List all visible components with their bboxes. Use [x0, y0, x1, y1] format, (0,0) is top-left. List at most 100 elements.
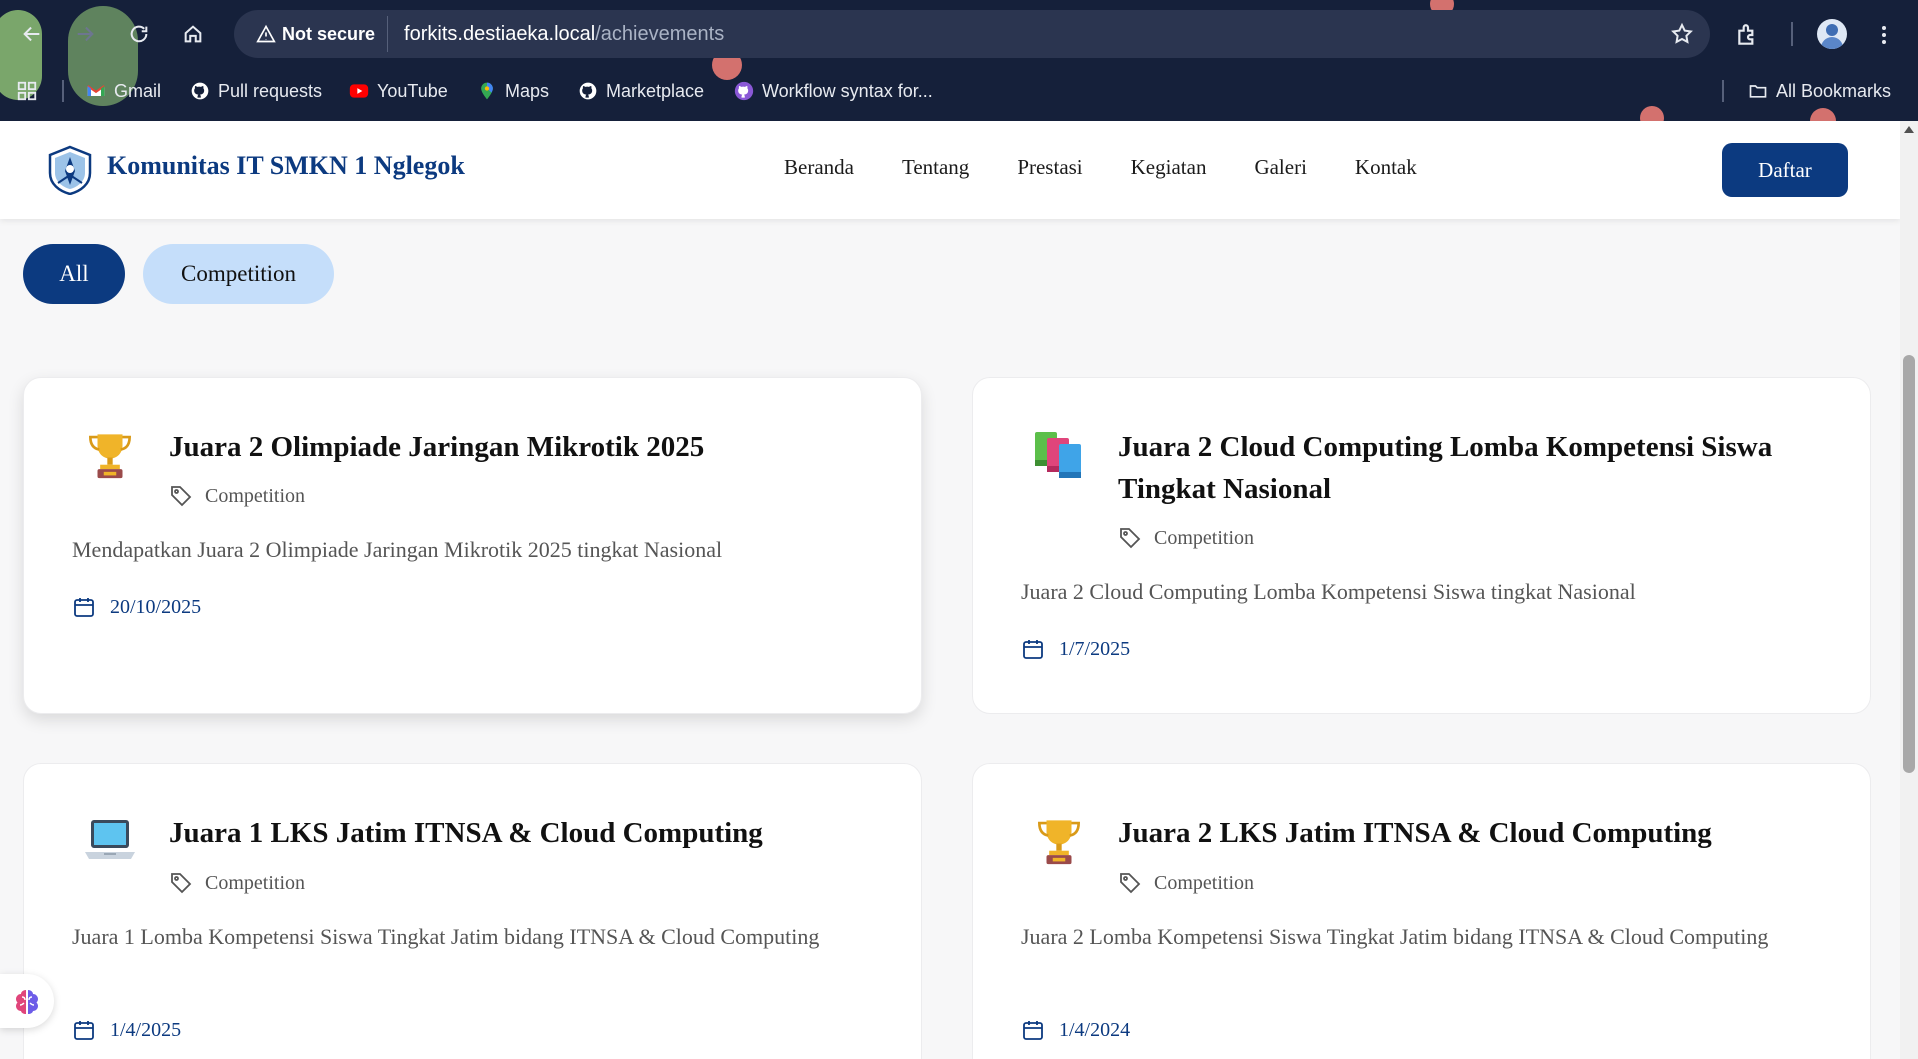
bookmark-maps[interactable]: Maps	[477, 76, 549, 106]
tag-icon	[171, 486, 192, 507]
more-menu-icon[interactable]	[1872, 22, 1896, 48]
nav-galeri[interactable]: Galeri	[1254, 155, 1306, 180]
warning-icon	[256, 24, 276, 43]
folder-icon	[1748, 81, 1768, 101]
security-label: Not secure	[282, 23, 376, 44]
achievement-card[interactable]: Juara 2 Cloud Computing Lomba Kompetensi…	[972, 377, 1871, 714]
achievement-card[interactable]: Juara 2 LKS Jatim ITNSA & Cloud Computin…	[972, 763, 1871, 1059]
nav-tentang[interactable]: Tentang	[902, 155, 969, 180]
main-nav: Beranda Tentang Prestasi Kegiatan Galeri…	[784, 155, 1417, 180]
tag-icon	[171, 873, 192, 894]
achievement-category: Competition	[1118, 526, 1254, 550]
security-indicator[interactable]: Not secure	[248, 16, 389, 52]
category-label: Competition	[1154, 871, 1254, 894]
date-label: 1/4/2024	[1059, 1018, 1131, 1041]
gmail-icon	[86, 81, 106, 101]
filter-competition[interactable]: Competition	[143, 244, 334, 304]
youtube-icon	[349, 81, 369, 101]
achievement-title: Juara 1 LKS Jatim ITNSA & Cloud Computin…	[169, 817, 763, 849]
nav-kontak[interactable]: Kontak	[1355, 155, 1417, 180]
toolbar-divider	[1791, 22, 1793, 46]
achievement-description: Juara 2 Cloud Computing Lomba Kompetensi…	[1021, 579, 1636, 604]
achievement-title: Juara 2 Olimpiade Jaringan Mikrotik 2025	[169, 431, 705, 463]
url-text[interactable]: forkits.destiaeka.local/achievements	[404, 23, 724, 46]
browser-toolbar: Not secure forkits.destiaeka.local/achie…	[0, 8, 1918, 60]
bookmark-label: Pull requests	[218, 80, 323, 101]
profile-avatar[interactable]	[1817, 19, 1847, 49]
nav-kegiatan[interactable]: Kegiatan	[1131, 155, 1207, 180]
date-label: 1/4/2025	[110, 1018, 182, 1041]
home-icon	[184, 25, 202, 43]
scrollbar-thumb[interactable]	[1903, 355, 1915, 773]
achievement-card[interactable]: Juara 1 LKS Jatim ITNSA & Cloud Computin…	[23, 763, 922, 1059]
address-bar[interactable]: Not secure forkits.destiaeka.local/achie…	[234, 10, 1710, 58]
apps-grid-icon[interactable]	[16, 80, 38, 102]
category-label: Competition	[205, 484, 305, 507]
bookmark-label: YouTube	[377, 80, 448, 101]
achievement-description: Juara 1 Lomba Kompetensi Siswa Tingkat J…	[72, 924, 820, 949]
bookmark-youtube[interactable]: YouTube	[349, 76, 448, 106]
arrow-left-icon	[23, 26, 40, 42]
nav-prestasi[interactable]: Prestasi	[1017, 155, 1082, 180]
bookmark-label: Maps	[505, 80, 550, 101]
page-viewport: Komunitas IT SMKN 1 Nglegok Beranda Tent…	[0, 121, 1900, 1059]
site-header: Komunitas IT SMKN 1 Nglegok Beranda Tent…	[0, 121, 1900, 219]
achievement-category: Competition	[1118, 871, 1254, 895]
category-filters: All Competition	[23, 244, 334, 304]
forward-button[interactable]	[63, 8, 107, 60]
bookmark-gmail[interactable]: Gmail	[86, 76, 161, 106]
calendar-icon	[74, 1021, 94, 1040]
filter-all[interactable]: All	[23, 244, 125, 304]
extensions-icon[interactable]	[1735, 22, 1761, 48]
achievement-title: Juara 2 LKS Jatim ITNSA & Cloud Computin…	[1118, 817, 1712, 849]
bookmark-label: Marketplace	[606, 80, 705, 101]
bookmark-label: Gmail	[114, 80, 162, 101]
url-host: forkits.destiaeka.local	[404, 22, 596, 45]
scroll-up-icon[interactable]	[1904, 126, 1914, 133]
register-button[interactable]: Daftar	[1722, 143, 1848, 197]
date-label: 20/10/2025	[110, 595, 202, 618]
arrow-right-icon	[77, 26, 94, 42]
assistant-widget-button[interactable]	[0, 974, 54, 1028]
github-icon	[190, 81, 210, 101]
reload-button[interactable]	[117, 8, 161, 60]
browser-chrome: Not secure forkits.destiaeka.local/achie…	[0, 0, 1918, 121]
maps-icon	[477, 81, 497, 101]
github-purple-icon	[734, 81, 754, 101]
tag-icon	[1120, 873, 1141, 894]
tag-icon	[1120, 528, 1141, 549]
all-bookmarks-button[interactable]: All Bookmarks	[1748, 76, 1891, 106]
reload-icon	[130, 25, 148, 43]
bookmarks-divider	[1722, 80, 1724, 102]
bookmark-label: Workflow syntax for...	[762, 80, 933, 101]
bookmarks-divider	[62, 80, 64, 102]
bookmark-workflow-syntax[interactable]: Workflow syntax for...	[734, 76, 933, 106]
url-path: /achievements	[595, 22, 725, 45]
bookmark-pull-requests[interactable]: Pull requests	[190, 76, 322, 106]
trophy-icon	[1031, 812, 1087, 868]
calendar-icon	[74, 598, 94, 617]
books-icon	[1031, 426, 1087, 482]
achievement-category: Competition	[169, 871, 305, 895]
bookmarks-bar: Gmail Pull requests YouTube Maps Marketp…	[0, 70, 1918, 110]
achievement-date: 1/7/2025	[1021, 637, 1130, 661]
home-button[interactable]	[171, 8, 215, 60]
calendar-icon	[1023, 1021, 1043, 1040]
trophy-icon	[82, 426, 138, 482]
bookmark-star-icon[interactable]	[1670, 22, 1694, 46]
all-bookmarks-label: All Bookmarks	[1776, 80, 1892, 101]
achievement-date: 1/4/2025	[72, 1018, 181, 1042]
bookmark-marketplace[interactable]: Marketplace	[578, 76, 704, 106]
site-brand[interactable]: Komunitas IT SMKN 1 Nglegok	[107, 151, 465, 181]
back-button[interactable]	[10, 8, 54, 60]
nav-beranda[interactable]: Beranda	[784, 155, 854, 180]
page-scrollbar[interactable]	[1900, 121, 1918, 1059]
achievement-description: Juara 2 Lomba Kompetensi Siswa Tingkat J…	[1021, 924, 1769, 949]
laptop-icon	[82, 812, 138, 868]
achievement-card[interactable]: Juara 2 Olimpiade Jaringan Mikrotik 2025…	[23, 377, 922, 714]
date-label: 1/7/2025	[1059, 637, 1131, 660]
school-logo-icon[interactable]	[46, 145, 94, 195]
achievement-category: Competition	[169, 484, 305, 508]
achievement-date: 1/4/2024	[1021, 1018, 1130, 1042]
achievement-title: Juara 2 Cloud Computing Lomba Kompetensi…	[1118, 431, 1773, 505]
